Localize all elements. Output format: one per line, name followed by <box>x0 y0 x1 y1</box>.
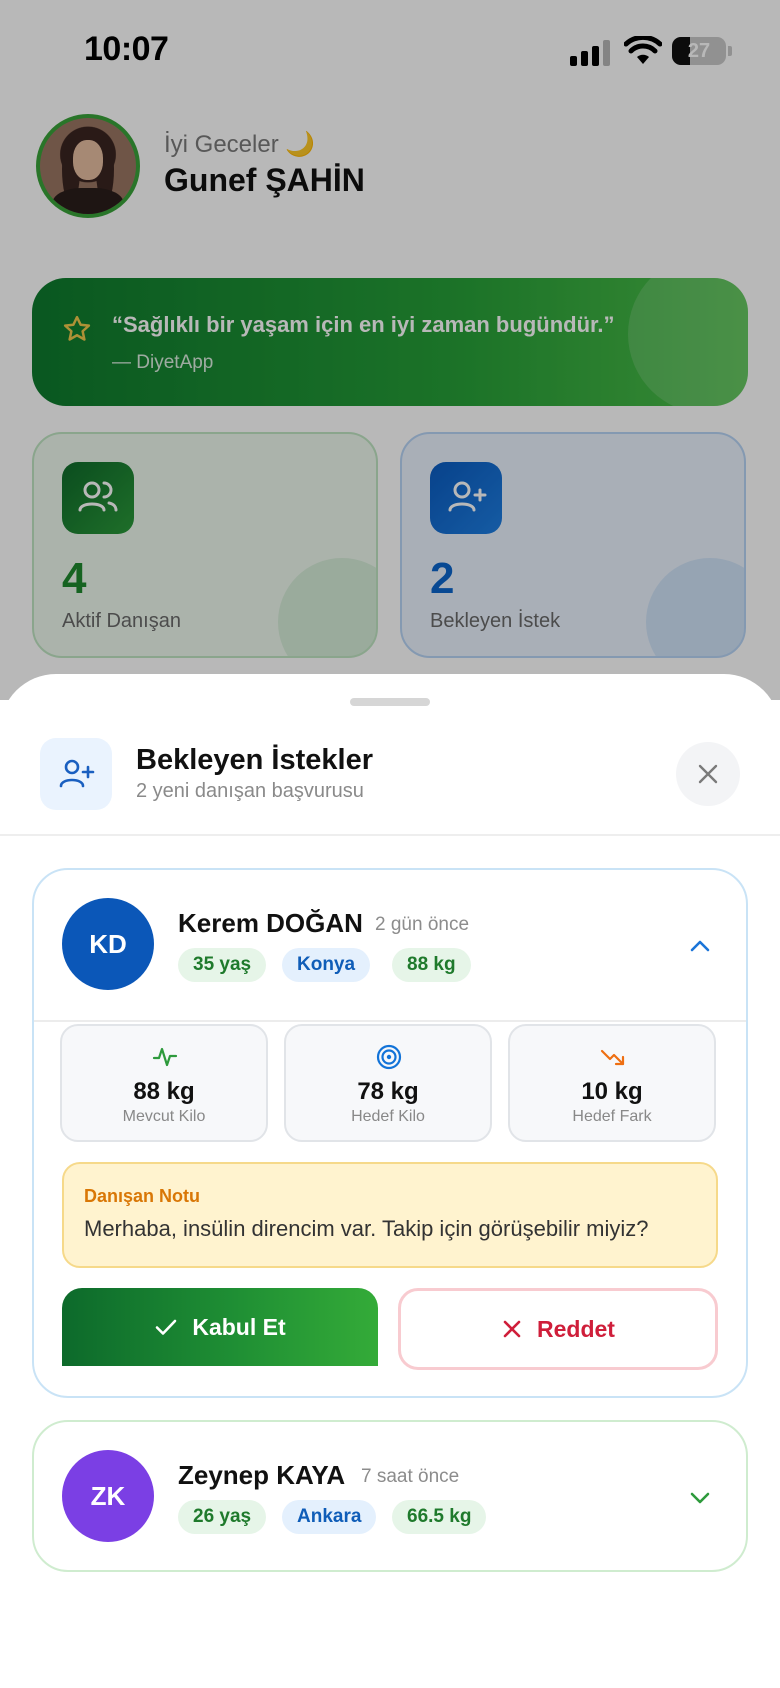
metric-label: Hedef Fark <box>572 1108 652 1125</box>
sheet-grabber[interactable] <box>350 698 430 706</box>
sheet-divider <box>0 834 780 836</box>
sheet-subtitle: 2 yeni danışan başvurusu <box>136 780 364 802</box>
metric-label: Hedef Kilo <box>351 1108 425 1125</box>
reject-label: Reddet <box>537 1315 615 1342</box>
city-chip: Konya <box>282 948 371 982</box>
weight-difference-metric: 10 kg Hedef Fark <box>508 1024 716 1142</box>
sheet-title: Bekleyen İstekler <box>136 744 373 776</box>
activity-icon <box>152 1047 178 1067</box>
weight-chip: 66.5 kg <box>392 1500 487 1534</box>
request-card: KD Kerem DOĞAN 2 gün önce 35 yaş Konya 8… <box>32 868 748 1398</box>
trending-down-icon <box>600 1049 625 1066</box>
metric-label: Mevcut Kilo <box>122 1108 206 1125</box>
target-icon <box>376 1044 402 1070</box>
avatar: ZK <box>62 1450 154 1542</box>
age-chip: 26 yaş <box>178 1500 267 1534</box>
current-weight-metric: 88 kg Mevcut Kilo <box>60 1024 268 1142</box>
chevron-down-icon[interactable] <box>686 1484 714 1512</box>
modal-backdrop[interactable] <box>0 0 780 700</box>
note-title: Danışan Notu <box>84 1186 201 1206</box>
chevron-up-icon[interactable] <box>686 932 714 960</box>
close-icon <box>698 764 718 784</box>
weight-chip: 88 kg <box>392 948 471 982</box>
request-card[interactable]: ZK Zeynep KAYA 7 saat önce 26 yaş Ankara… <box>32 1420 748 1572</box>
metric-value: 78 kg <box>357 1078 419 1105</box>
accept-button[interactable]: Kabul Et <box>62 1288 378 1366</box>
user-plus-icon <box>40 738 112 810</box>
request-name: Kerem DOĞAN <box>178 908 363 938</box>
metric-value: 10 kg <box>581 1078 643 1105</box>
request-name: Zeynep KAYA <box>178 1460 346 1490</box>
accept-label: Kabul Et <box>192 1313 286 1340</box>
metric-value: 88 kg <box>133 1078 195 1105</box>
note-text: Merhaba, insülin direncim var. Takip içi… <box>84 1216 649 1241</box>
pending-requests-sheet: Bekleyen İstekler 2 yeni danışan başvuru… <box>0 674 780 1688</box>
request-time: 2 gün önce <box>375 914 470 935</box>
request-time: 7 saat önce <box>361 1466 460 1487</box>
card-divider <box>34 1020 746 1022</box>
target-weight-metric: 78 kg Hedef Kilo <box>284 1024 492 1142</box>
age-chip: 35 yaş <box>178 948 267 982</box>
city-chip: Ankara <box>282 1500 377 1534</box>
avatar: KD <box>62 898 154 990</box>
close-button[interactable] <box>676 742 740 806</box>
reject-button[interactable]: Reddet <box>398 1288 718 1370</box>
client-note: Danışan Notu Merhaba, insülin direncim v… <box>62 1162 718 1268</box>
close-icon <box>503 1320 521 1338</box>
check-icon <box>156 1319 177 1335</box>
